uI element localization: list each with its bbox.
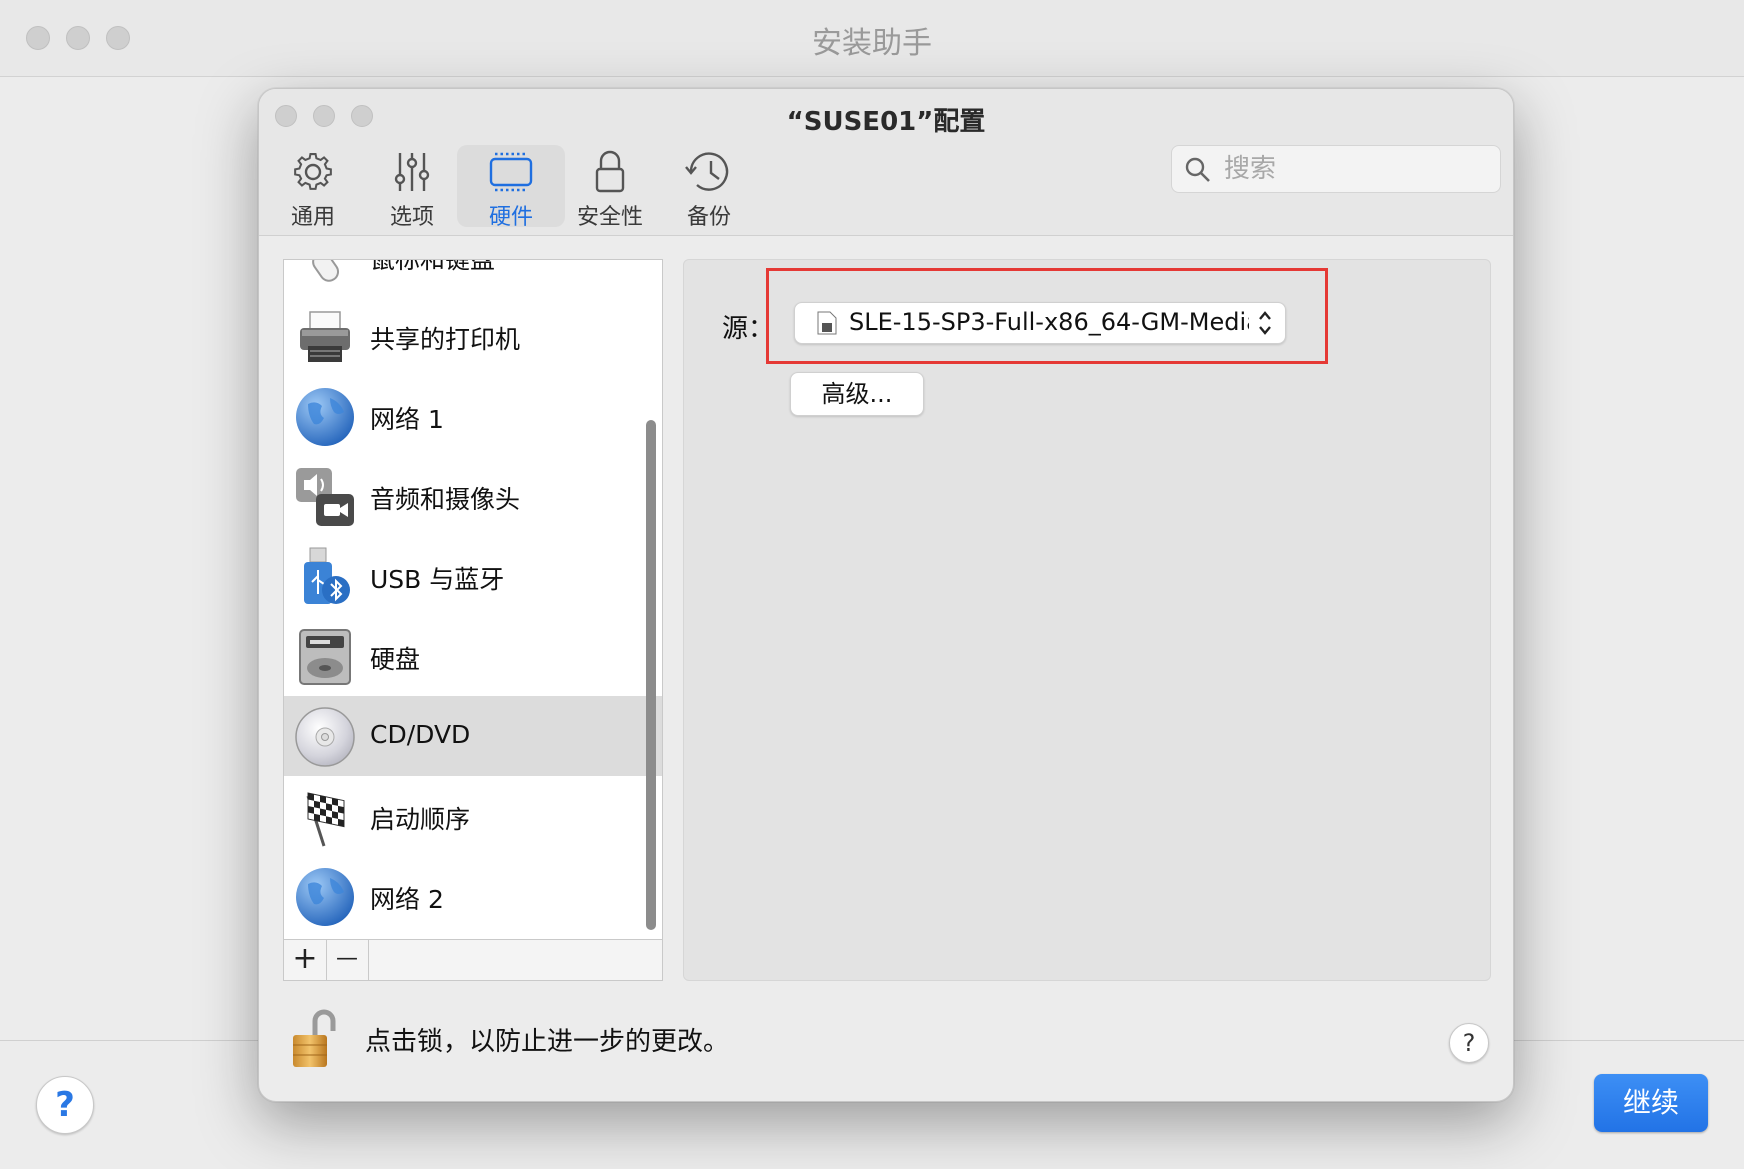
dialog-toolbar: “SUSE01”配置 通用 选项 硬件 安全性 备份 搜索 bbox=[259, 89, 1513, 236]
list-item-network-2[interactable]: 网络 2 bbox=[284, 856, 662, 936]
list-item-label: 网络 1 bbox=[370, 405, 444, 434]
search-input[interactable] bbox=[1222, 150, 1486, 188]
dialog-title: “SUSE01”配置 bbox=[786, 107, 986, 137]
highlight-box bbox=[766, 268, 1328, 364]
gear-icon bbox=[294, 153, 332, 190]
network-globe-icon bbox=[296, 388, 354, 446]
network-globe-icon bbox=[296, 868, 354, 926]
add-device-button[interactable]: + bbox=[284, 940, 327, 980]
hardware-icon bbox=[489, 152, 533, 192]
lock-open-icon[interactable] bbox=[289, 1007, 339, 1071]
continue-button[interactable]: 继续 bbox=[1594, 1074, 1708, 1132]
list-item-printer[interactable]: 共享的打印机 bbox=[284, 296, 662, 376]
list-item-label: CD/DVD bbox=[370, 720, 471, 749]
list-item-usb-bluetooth[interactable]: USB 与蓝牙 bbox=[284, 536, 662, 616]
tab-options[interactable]: 选项 bbox=[358, 145, 466, 230]
help-button[interactable]: ? bbox=[36, 1076, 94, 1134]
list-item-network-1[interactable]: 网络 1 bbox=[284, 376, 662, 456]
tab-label: 安全性 bbox=[576, 205, 643, 230]
search-icon bbox=[1185, 157, 1210, 182]
list-item-label: 音频和摄像头 bbox=[370, 485, 521, 514]
remove-device-button[interactable]: — bbox=[326, 940, 369, 980]
tab-label: 硬件 bbox=[488, 205, 533, 230]
list-item-label: 共享的打印机 bbox=[370, 325, 521, 354]
list-item-label: 硬盘 bbox=[370, 645, 421, 674]
window-title: 安装助手 bbox=[812, 26, 932, 61]
list-item-label: USB 与蓝牙 bbox=[370, 565, 505, 594]
advanced-button[interactable]: 高级... bbox=[790, 372, 924, 416]
history-icon bbox=[685, 152, 729, 191]
list-item-audio-camera[interactable]: 音频和摄像头 bbox=[284, 456, 662, 536]
list-item-mouse-keyboard[interactable]: 鼠标和键盘 bbox=[284, 259, 662, 296]
cd-dvd-detail-panel: 源： SLE-15-SP3-Full-x86_64-GM-Media1.iso … bbox=[683, 259, 1491, 981]
lock-icon bbox=[595, 150, 625, 193]
tab-hardware[interactable]: 硬件 bbox=[457, 145, 565, 230]
tab-security[interactable]: 安全性 bbox=[556, 145, 664, 230]
tab-general[interactable]: 通用 bbox=[259, 145, 367, 230]
device-list[interactable]: 鼠标和键盘 共享的打印机 网络 1 音频和摄像头 USB 与蓝牙 硬盘 CD/D… bbox=[283, 259, 663, 981]
tab-label: 备份 bbox=[686, 205, 731, 230]
mouse-icon bbox=[312, 260, 340, 282]
search-field[interactable] bbox=[1171, 145, 1501, 193]
list-item-label: 网络 2 bbox=[370, 885, 444, 914]
list-item-hard-disk[interactable]: 硬盘 bbox=[284, 616, 662, 696]
list-footer: + — bbox=[283, 939, 663, 981]
list-item-label: 鼠标和键盘 bbox=[370, 259, 496, 274]
configuration-dialog: “SUSE01”配置 通用 选项 硬件 安全性 备份 搜索 鼠标和键盘 共享的打… bbox=[258, 88, 1514, 1102]
lock-hint-text: 点击锁，以防止进一步的更改。 bbox=[365, 1027, 730, 1057]
tab-label: 通用 bbox=[290, 205, 335, 230]
tab-backup[interactable]: 备份 bbox=[655, 145, 763, 230]
dialog-help-button[interactable]: ? bbox=[1449, 1023, 1489, 1063]
printer-icon bbox=[300, 311, 350, 362]
boot-flag-icon bbox=[306, 792, 345, 847]
bg-titlebar: 安装助手 bbox=[0, 0, 1744, 77]
list-item-label: 启动顺序 bbox=[370, 805, 471, 834]
sliders-icon bbox=[394, 153, 430, 191]
usb-bluetooth-icon bbox=[304, 547, 350, 604]
list-item-boot-order[interactable]: 启动顺序 bbox=[284, 776, 662, 856]
audio-camera-icon bbox=[296, 468, 354, 526]
hard-disk-icon bbox=[299, 629, 351, 685]
cd-dvd-icon bbox=[295, 707, 355, 767]
list-scrollbar[interactable] bbox=[646, 420, 656, 930]
list-item-cd-dvd[interactable]: CD/DVD bbox=[284, 696, 662, 776]
tab-label: 选项 bbox=[389, 205, 434, 230]
